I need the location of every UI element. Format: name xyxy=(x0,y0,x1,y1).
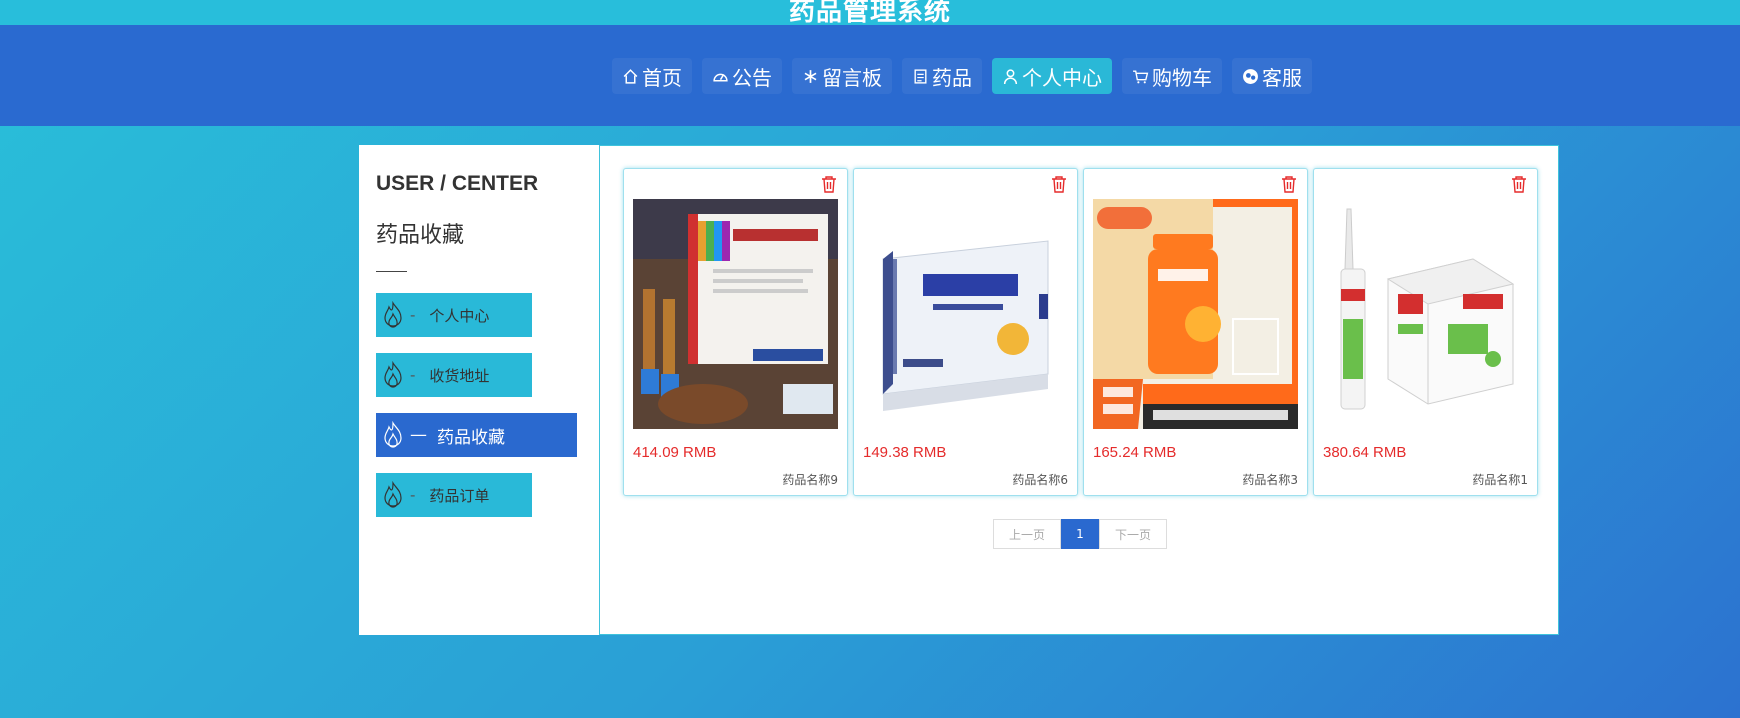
page-title: 药品管理系统 xyxy=(788,0,951,25)
sidebar-subtitle: 药品收藏 xyxy=(376,223,465,248)
sidebar-item-orders[interactable]: - 药品订单 xyxy=(376,473,532,517)
snowflake-icon xyxy=(804,69,817,83)
sidebar-item-label: 个人中心 xyxy=(429,306,490,325)
title-bar: 药品管理系统 xyxy=(0,0,1740,25)
nav-message-board[interactable]: 留言板 xyxy=(792,58,892,94)
chat-icon xyxy=(1243,68,1258,84)
product-name: 药品名称1 xyxy=(1472,473,1528,487)
product-image[interactable] xyxy=(863,199,1068,429)
trash-icon[interactable] xyxy=(1511,175,1527,193)
sidebar-title: USER / CENTER xyxy=(376,172,539,195)
sidebar-item-address[interactable]: - 收货地址 xyxy=(376,353,532,397)
favorites-panel: 414.09 RMB 药品名称9 149.38 RMB 药品名称6 165.24… xyxy=(599,145,1559,635)
nav-announcement[interactable]: 公告 xyxy=(702,58,782,94)
trash-icon[interactable] xyxy=(821,175,837,193)
sidebar-item-user-center[interactable]: - 个人中心 xyxy=(376,293,532,337)
product-image[interactable] xyxy=(1093,199,1298,429)
cart-icon xyxy=(1133,69,1149,83)
nav-home[interactable]: 首页 xyxy=(612,58,692,94)
flame-icon xyxy=(384,301,402,328)
document-icon xyxy=(914,68,927,84)
pagination: 上一页 1 下一页 xyxy=(993,519,1167,549)
product-image[interactable] xyxy=(633,199,838,429)
sidebar: USER / CENTER 药品收藏 - 个人中心 - 收货地址 — 药品收藏 … xyxy=(359,145,599,635)
product-name: 药品名称9 xyxy=(782,473,838,487)
flame-icon xyxy=(384,481,402,508)
sidebar-item-label: 药品订单 xyxy=(429,486,490,505)
product-card[interactable]: 165.24 RMB 药品名称3 xyxy=(1083,168,1308,496)
product-price: 380.64 RMB xyxy=(1323,444,1407,461)
sidebar-item-label: 收货地址 xyxy=(429,366,490,385)
nav-medicine[interactable]: 药品 xyxy=(902,58,982,94)
dashboard-icon xyxy=(713,73,728,81)
sidebar-item-label: 药品收藏 xyxy=(437,427,505,448)
product-price: 149.38 RMB xyxy=(863,444,947,461)
flame-icon xyxy=(384,421,402,448)
trash-icon[interactable] xyxy=(1051,175,1067,193)
divider xyxy=(376,271,407,272)
product-image[interactable] xyxy=(1323,199,1528,429)
flame-icon xyxy=(384,361,402,388)
product-card[interactable]: 380.64 RMB 药品名称1 xyxy=(1313,168,1538,496)
product-name: 药品名称3 xyxy=(1242,473,1298,487)
product-price: 414.09 RMB xyxy=(633,444,717,461)
product-name: 药品名称6 xyxy=(1012,473,1068,487)
top-nav: 首页 公告 留言板 药品 个人中心 购物车 客服 xyxy=(0,25,1740,126)
nav-cart[interactable]: 购物车 xyxy=(1122,58,1222,94)
product-price: 165.24 RMB xyxy=(1093,444,1177,461)
sidebar-item-favorites[interactable]: — 药品收藏 xyxy=(376,413,577,457)
page-number-button[interactable]: 1 xyxy=(1061,519,1099,549)
product-card[interactable]: 414.09 RMB 药品名称9 xyxy=(623,168,848,496)
nav-customer-service[interactable]: 客服 xyxy=(1232,58,1312,94)
trash-icon[interactable] xyxy=(1281,175,1297,193)
user-icon xyxy=(1003,68,1018,84)
product-card[interactable]: 149.38 RMB 药品名称6 xyxy=(853,168,1078,496)
home-icon xyxy=(623,68,638,84)
nav-user-center[interactable]: 个人中心 xyxy=(992,58,1112,94)
prev-page-button[interactable]: 上一页 xyxy=(993,519,1061,549)
next-page-button[interactable]: 下一页 xyxy=(1099,519,1167,549)
